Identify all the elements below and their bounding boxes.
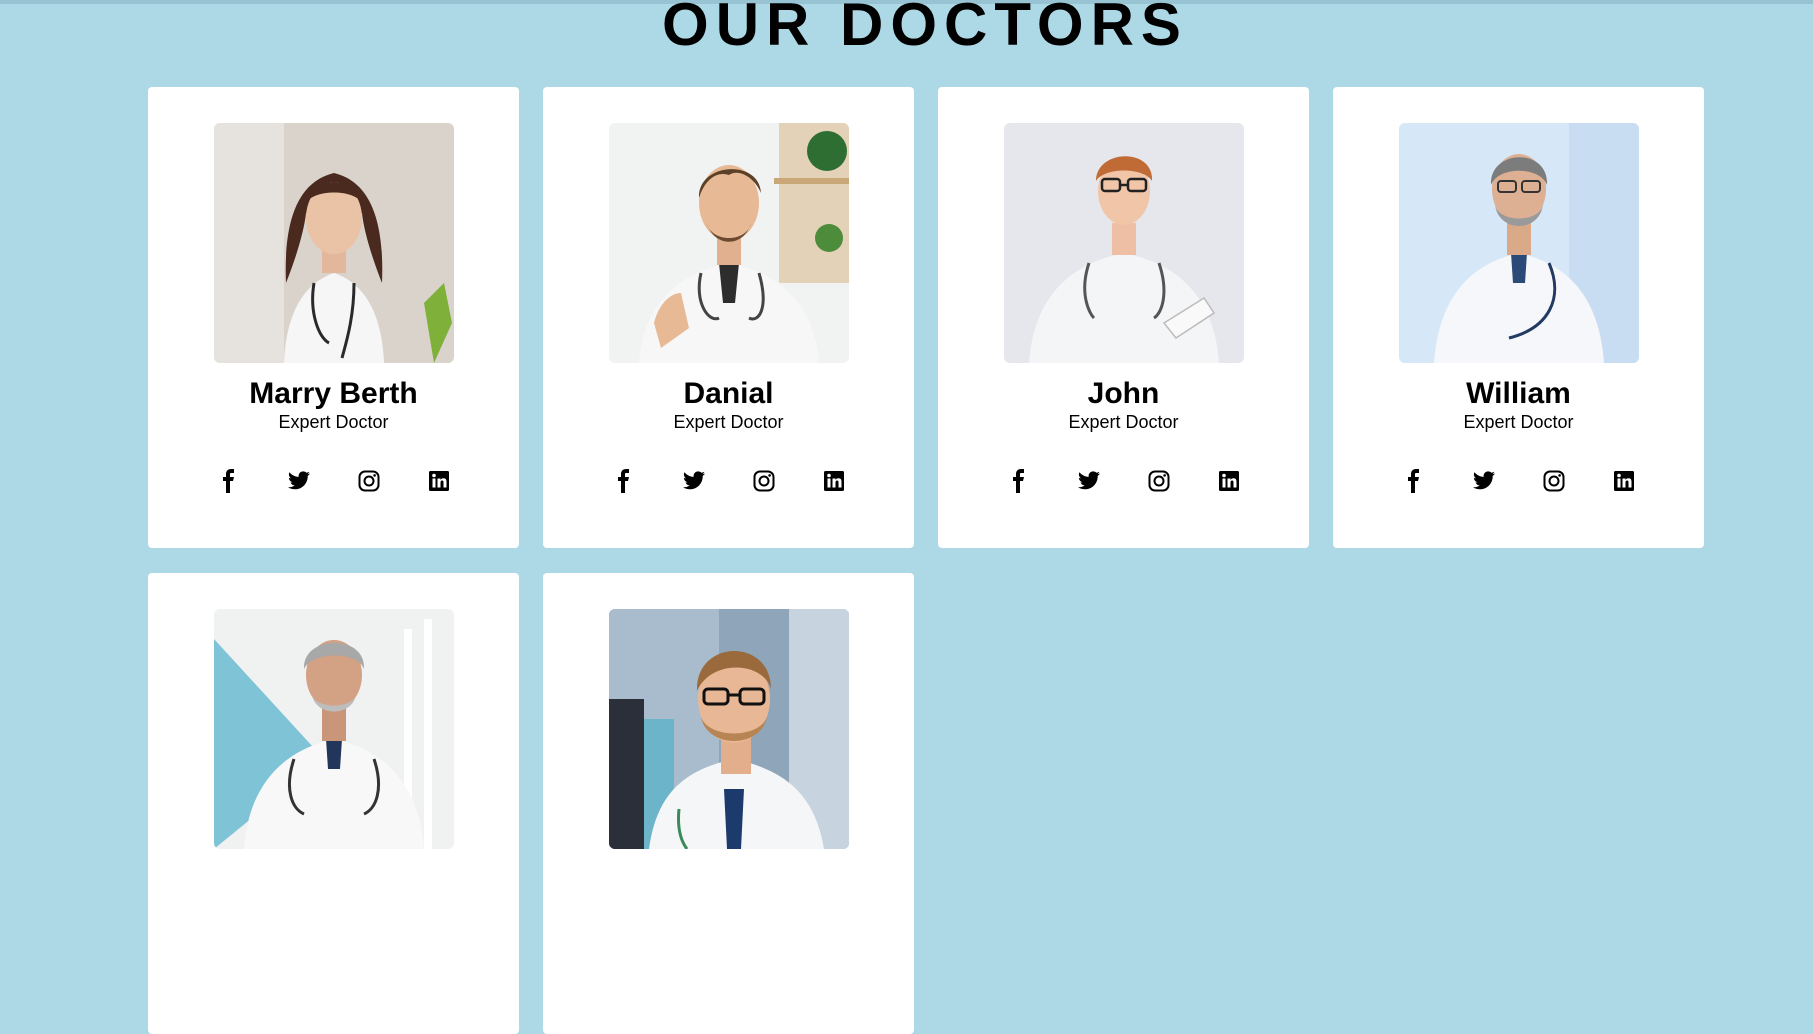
doctor-name: Marry Berth xyxy=(249,377,418,410)
doctor-name: John xyxy=(1087,377,1160,410)
twitter-icon[interactable] xyxy=(1472,469,1496,493)
doctor-role: Expert Doctor xyxy=(278,412,389,432)
linkedin-icon[interactable] xyxy=(1612,469,1636,493)
instagram-icon[interactable] xyxy=(357,469,381,493)
social-links xyxy=(938,469,1309,493)
doctor-photo xyxy=(213,609,454,849)
instagram-icon[interactable] xyxy=(1147,469,1171,493)
doctors-grid: Marry Berth Expert Doctor Danial Expert … xyxy=(148,87,1704,1034)
page-title: OUR DOCTORS xyxy=(662,0,1188,58)
doctor-photo xyxy=(1398,123,1639,363)
doctor-card: John Expert Doctor xyxy=(938,87,1309,548)
doctor-role: Expert Doctor xyxy=(1068,412,1179,432)
facebook-icon[interactable] xyxy=(1402,469,1426,493)
twitter-icon[interactable] xyxy=(1077,469,1101,493)
doctor-name: William xyxy=(1466,377,1571,410)
twitter-icon[interactable] xyxy=(287,469,311,493)
twitter-icon[interactable] xyxy=(682,469,706,493)
linkedin-icon[interactable] xyxy=(427,469,451,493)
doctor-card: Danial Expert Doctor xyxy=(543,87,914,548)
facebook-icon[interactable] xyxy=(1007,469,1031,493)
doctor-role: Expert Doctor xyxy=(673,412,784,432)
doctor-photo xyxy=(608,609,849,849)
linkedin-icon[interactable] xyxy=(822,469,846,493)
doctor-card: Marry Berth Expert Doctor xyxy=(148,87,519,548)
facebook-icon[interactable] xyxy=(217,469,241,493)
social-links xyxy=(1333,469,1704,493)
facebook-icon[interactable] xyxy=(612,469,636,493)
linkedin-icon[interactable] xyxy=(1217,469,1241,493)
doctor-photo xyxy=(213,123,454,363)
instagram-icon[interactable] xyxy=(1542,469,1566,493)
social-links xyxy=(148,469,519,493)
doctor-card: William Expert Doctor xyxy=(1333,87,1704,548)
doctor-name: Danial xyxy=(683,377,774,410)
social-links xyxy=(543,469,914,493)
doctor-role: Expert Doctor xyxy=(1463,412,1574,432)
doctor-photo xyxy=(608,123,849,363)
doctor-photo xyxy=(1003,123,1244,363)
doctor-card xyxy=(543,573,914,1034)
instagram-icon[interactable] xyxy=(752,469,776,493)
doctor-card xyxy=(148,573,519,1034)
